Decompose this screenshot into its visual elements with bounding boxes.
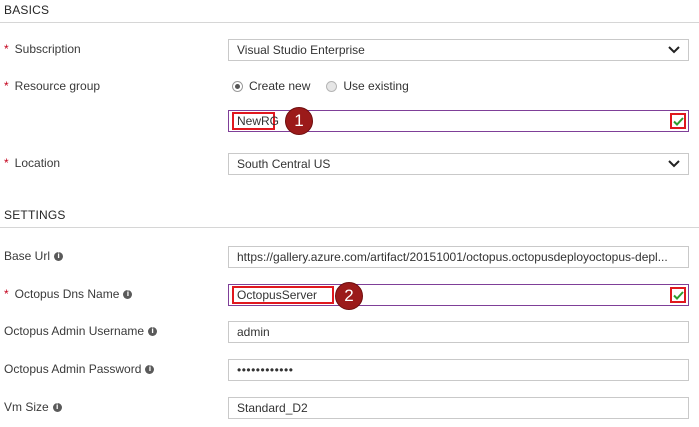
location-label-text: Location	[14, 156, 61, 170]
vm-size-input[interactable]: Standard_D2	[228, 397, 689, 419]
settings-divider	[0, 227, 699, 228]
resource-group-label: * Resource group	[4, 79, 100, 93]
base-url-value: https://gallery.azure.com/artifact/20151…	[237, 250, 668, 264]
info-icon[interactable]: i	[145, 364, 155, 374]
callout-badge-1: 1	[285, 107, 313, 135]
section-title-settings: SETTINGS	[4, 208, 66, 222]
dns-name-label: * Octopus Dns Name i	[4, 287, 133, 301]
info-icon[interactable]: i	[123, 289, 133, 299]
required-asterisk: *	[4, 79, 9, 93]
admin-username-label-text: Octopus Admin Username	[4, 324, 145, 338]
info-icon[interactable]: i	[148, 326, 158, 336]
admin-password-value: ••••••••••••	[237, 363, 294, 377]
location-select[interactable]: South Central US	[228, 153, 689, 175]
radio-use-existing-label[interactable]: Use existing	[343, 79, 408, 93]
info-icon[interactable]: i	[54, 251, 64, 261]
required-asterisk: *	[4, 287, 9, 301]
required-asterisk: *	[4, 156, 9, 170]
info-icon[interactable]: i	[52, 402, 62, 412]
callout-badge-2: 2	[335, 282, 363, 310]
subscription-value: Visual Studio Enterprise	[237, 43, 365, 57]
resource-group-label-text: Resource group	[14, 79, 101, 93]
valid-check	[670, 287, 686, 303]
chevron-down-icon	[668, 160, 680, 168]
radio-create-new[interactable]	[232, 80, 243, 92]
dns-name-label-text: Octopus Dns Name	[14, 287, 120, 301]
radio-use-existing[interactable]	[326, 80, 338, 92]
admin-username-label: Octopus Admin Username i	[4, 324, 158, 338]
admin-password-label-text: Octopus Admin Password	[4, 362, 142, 376]
vm-size-value: Standard_D2	[237, 401, 308, 415]
required-asterisk: *	[4, 42, 9, 56]
checkmark-icon	[672, 116, 684, 126]
admin-username-input[interactable]: admin	[228, 321, 689, 343]
admin-username-value: admin	[237, 325, 270, 339]
subscription-label-text: Subscription	[14, 42, 81, 56]
chevron-down-icon	[668, 46, 680, 54]
resource-group-value: NewRG	[237, 114, 280, 128]
vm-size-label: Vm Size i	[4, 400, 62, 414]
subscription-label: * Subscription	[4, 42, 81, 56]
resource-group-options: Create new Use existing	[232, 79, 409, 93]
admin-password-label: Octopus Admin Password i	[4, 362, 155, 376]
dns-name-input[interactable]: OctopusServer	[228, 284, 689, 306]
location-label: * Location	[4, 156, 60, 170]
valid-check	[670, 113, 686, 129]
highlight-box	[232, 286, 334, 304]
subscription-select[interactable]: Visual Studio Enterprise	[228, 39, 689, 61]
checkmark-icon	[672, 290, 684, 300]
base-url-input[interactable]: https://gallery.azure.com/artifact/20151…	[228, 246, 689, 268]
vm-size-label-text: Vm Size	[4, 400, 49, 414]
base-url-label: Base Url i	[4, 249, 64, 263]
radio-create-new-label[interactable]: Create new	[249, 79, 310, 93]
admin-password-input[interactable]: ••••••••••••	[228, 359, 689, 381]
section-title-basics: BASICS	[4, 3, 50, 17]
base-url-label-text: Base Url	[4, 249, 51, 263]
basics-divider	[0, 22, 699, 23]
location-value: South Central US	[237, 157, 331, 171]
